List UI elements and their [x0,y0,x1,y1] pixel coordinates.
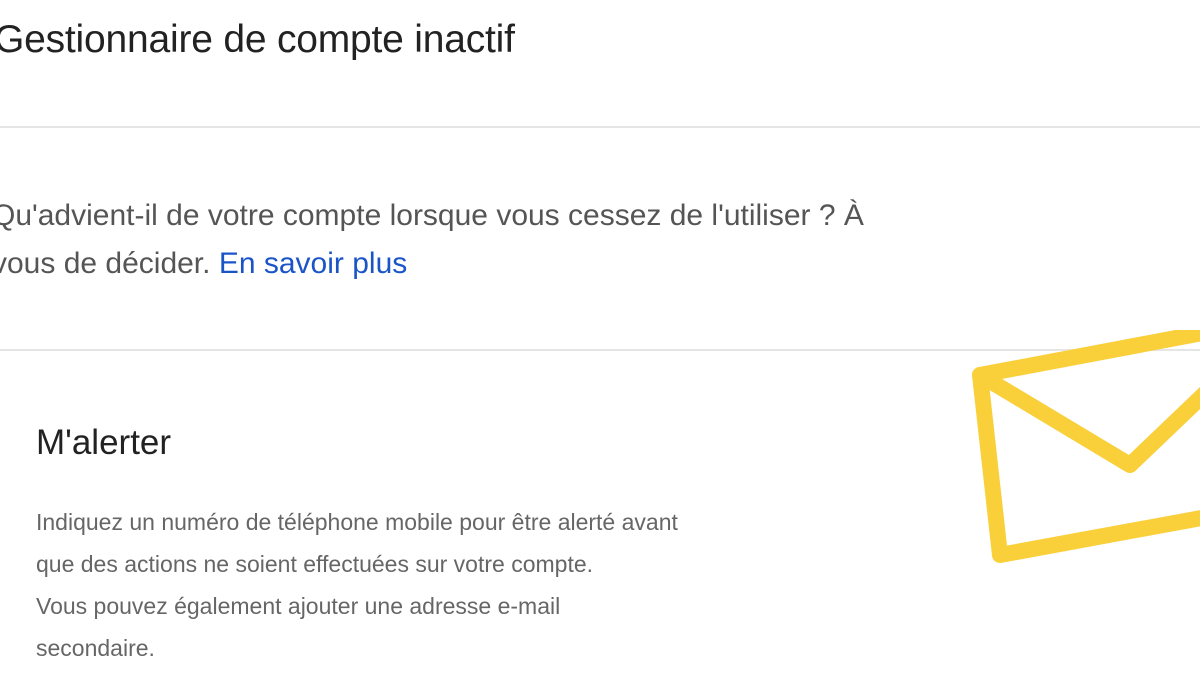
description-line: secondaire. [36,635,155,661]
intro-text: Qu'advient-il de votre compte lorsque vo… [0,199,864,280]
alert-section-description: Indiquez un numéro de téléphone mobile p… [36,501,906,669]
page-title: Gestionnaire de compte inactif [0,18,515,61]
intro-paragraph: Qu'advient-il de votre compte lorsque vo… [0,192,892,288]
alert-section-heading: M'alerter [36,423,172,462]
description-line: Vous pouvez également ajouter une adress… [36,593,561,619]
envelope-icon [972,330,1200,563]
description-line: que des actions ne soient effectuées sur… [36,551,594,577]
description-line: Indiquez un numéro de téléphone mobile p… [36,509,678,535]
learn-more-link[interactable]: En savoir plus [219,247,407,280]
header-divider [0,126,1200,128]
